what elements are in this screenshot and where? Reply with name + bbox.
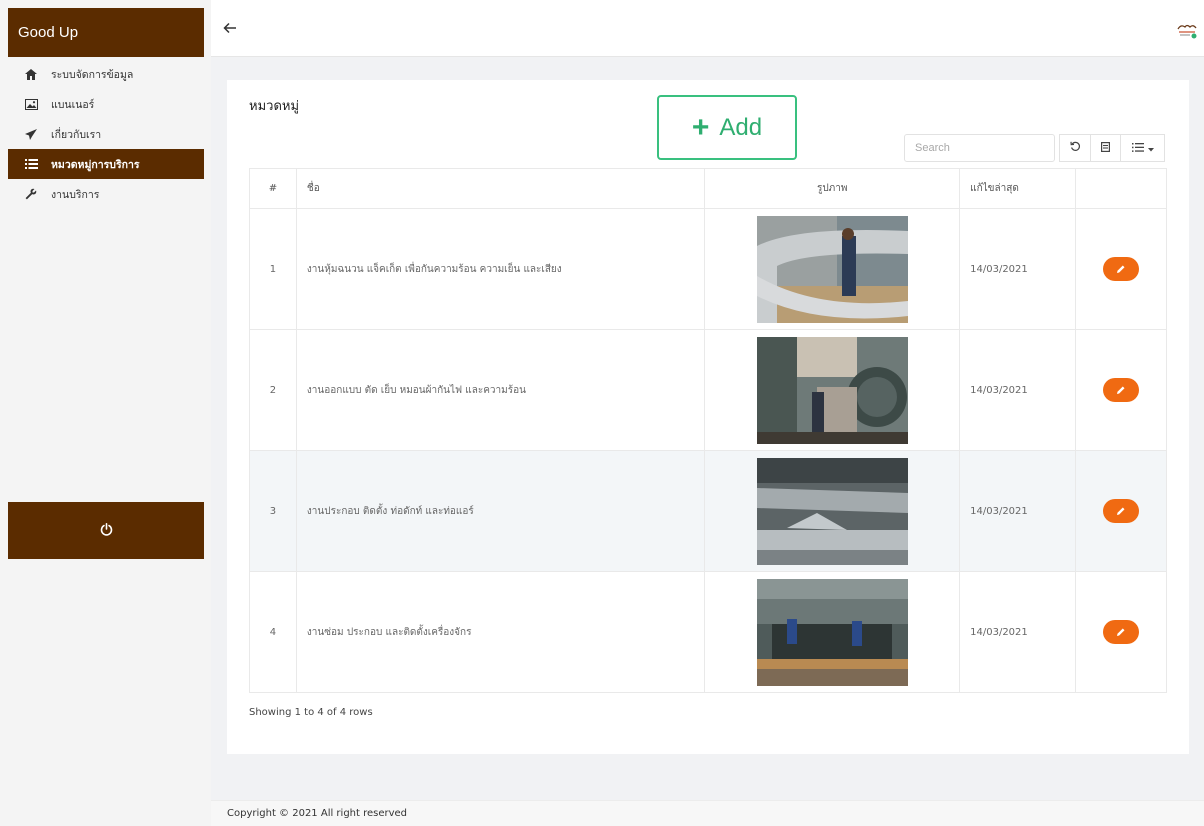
pencil-icon <box>1117 628 1125 636</box>
sidebar-item-about[interactable]: เกี่ยวกับเรา <box>8 119 204 149</box>
category-thumbnail <box>756 457 908 565</box>
row-image-cell <box>704 571 961 693</box>
list-icon <box>25 157 45 171</box>
category-thumbnail <box>756 578 908 686</box>
send-icon <box>25 127 45 141</box>
row-number: 2 <box>249 329 297 451</box>
sidebar-item-label: หมวดหมู่การบริการ <box>51 158 140 171</box>
plus-icon: + <box>691 110 710 144</box>
home-icon <box>25 67 45 81</box>
copyright-text: Copyright © 2021 All right reserved <box>227 808 408 819</box>
column-header-number[interactable]: # <box>249 168 297 209</box>
row-image-cell <box>704 208 961 330</box>
row-actions <box>1075 450 1167 572</box>
sidebar-item-label: แบนเนอร์ <box>51 98 95 111</box>
edit-button[interactable] <box>1103 499 1140 523</box>
top-bar <box>211 0 1204 57</box>
edit-button[interactable] <box>1103 257 1140 281</box>
row-image-cell <box>704 329 961 451</box>
logout-button[interactable] <box>8 502 204 559</box>
column-header-name[interactable]: ชื่อ <box>295 168 706 209</box>
sidebar-item-label: เกี่ยวกับเรา <box>51 128 102 141</box>
table-row: 3 งานประกอบ ติดตั้ง ท่อดักท์ และท่อแอร์ … <box>249 450 1167 572</box>
row-last-modified: 14/03/2021 <box>959 208 1077 330</box>
row-last-modified: 14/03/2021 <box>959 450 1077 572</box>
back-arrow-icon[interactable] <box>223 22 243 38</box>
row-image-cell <box>704 450 961 572</box>
edit-button[interactable] <box>1103 620 1140 644</box>
wrench-icon <box>25 187 45 201</box>
table-header-row: # ชื่อ รูปภาพ แก้ไขล่าสุด <box>249 168 1167 209</box>
row-name: งานซ่อม ประกอบ และติดตั้งเครื่องจักร <box>295 571 706 693</box>
row-name: งานประกอบ ติดตั้ง ท่อดักท์ และท่อแอร์ <box>295 450 706 572</box>
columns-dropdown-button[interactable] <box>1121 134 1165 162</box>
sidebar-menu: ระบบจัดการข้อมูล แบนเนอร์ เกี่ยวกับเรา ห… <box>8 59 204 209</box>
sidebar-item-banner[interactable]: แบนเนอร์ <box>8 89 204 119</box>
sidebar: Good Up ระบบจัดการข้อมูล แบนเนอร์ เกี่ยว… <box>0 0 211 826</box>
table-row: 4 งานซ่อม ประกอบ และติดตั้งเครื่องจักร 1 <box>249 571 1167 693</box>
category-thumbnail <box>756 215 908 323</box>
table-row: 2 งานออกแบบ ตัด เย็บ หมอนผ้ากันไฟ และควา… <box>249 329 1167 451</box>
company-logo <box>1176 22 1198 40</box>
row-actions <box>1075 208 1167 330</box>
row-last-modified: 14/03/2021 <box>959 329 1077 451</box>
add-button-label: Add <box>719 113 763 141</box>
column-header-actions <box>1075 168 1167 209</box>
power-icon <box>100 522 113 539</box>
row-number: 1 <box>249 208 297 330</box>
categories-table: # ชื่อ รูปภาพ แก้ไขล่าสุด 1 งานหุ้มฉนวน … <box>249 168 1167 693</box>
sidebar-item-label: งานบริการ <box>51 188 100 201</box>
sidebar-item-services[interactable]: งานบริการ <box>8 179 204 209</box>
row-last-modified: 14/03/2021 <box>959 571 1077 693</box>
row-name: งานออกแบบ ตัด เย็บ หมอนผ้ากันไฟ และความร… <box>295 329 706 451</box>
toggle-view-button[interactable] <box>1091 134 1121 162</box>
pencil-icon <box>1117 265 1125 273</box>
caret-down-icon <box>1147 142 1154 155</box>
refresh-button[interactable] <box>1059 134 1091 162</box>
column-header-last-modified[interactable]: แก้ไขล่าสุด <box>959 168 1077 209</box>
pencil-icon <box>1117 386 1125 394</box>
category-thumbnail <box>756 336 908 444</box>
search-input[interactable] <box>904 134 1055 162</box>
column-header-image[interactable]: รูปภาพ <box>704 168 961 209</box>
refresh-icon <box>1069 141 1081 155</box>
columns-list-icon <box>1131 142 1144 155</box>
edit-button[interactable] <box>1103 378 1140 402</box>
pagination-summary: Showing 1 to 4 of 4 rows <box>249 707 373 718</box>
sidebar-item-data-management[interactable]: ระบบจัดการข้อมูล <box>8 59 204 89</box>
footer: Copyright © 2021 All right reserved <box>211 800 1204 826</box>
row-actions <box>1075 329 1167 451</box>
row-number: 4 <box>249 571 297 693</box>
table-toolbar <box>1059 134 1165 162</box>
row-name: งานหุ้มฉนวน แจ็คเก็ต เพื่อกันความร้อน คว… <box>295 208 706 330</box>
content-card: หมวดหมู่ + Add # ชื่ <box>227 80 1189 754</box>
row-number: 3 <box>249 450 297 572</box>
card-view-icon <box>1101 141 1111 155</box>
sidebar-item-service-categories[interactable]: หมวดหมู่การบริการ <box>8 149 204 179</box>
page-title: หมวดหมู่ <box>249 99 300 114</box>
add-button[interactable]: + Add <box>657 95 797 160</box>
sidebar-item-label: ระบบจัดการข้อมูล <box>51 68 134 81</box>
pencil-icon <box>1117 507 1125 515</box>
image-icon <box>25 97 45 111</box>
table-row: 1 งานหุ้มฉนวน แจ็คเก็ต เพื่อกันความร้อน … <box>249 208 1167 330</box>
brand-title[interactable]: Good Up <box>8 8 204 57</box>
row-actions <box>1075 571 1167 693</box>
